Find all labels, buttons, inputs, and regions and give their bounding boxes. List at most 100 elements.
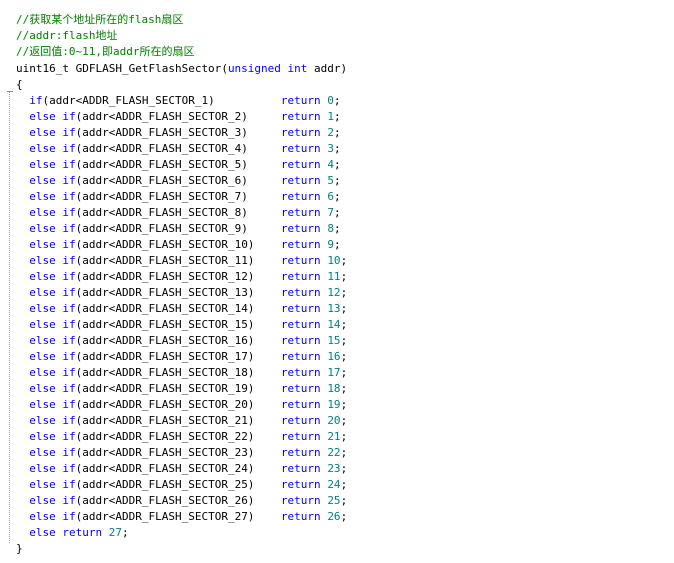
code-line-if: if(addr<ADDR_FLASH_SECTOR_1) return 0; [16, 93, 341, 109]
code-line-else-if: else if(addr<ADDR_FLASH_SECTOR_7) return… [16, 189, 341, 205]
else-keyword: else [29, 494, 56, 507]
semicolon: ; [333, 158, 341, 171]
if-keyword: if [62, 510, 76, 523]
code-line-else-if: else if(addr<ADDR_FLASH_SECTOR_15) retur… [16, 317, 347, 333]
code-line-else-if: else if(addr<ADDR_FLASH_SECTOR_27) retur… [16, 509, 347, 525]
return-value: 7 [327, 206, 334, 219]
semicolon: ; [333, 126, 341, 139]
return-value: 10 [327, 254, 341, 267]
return-keyword: return [280, 430, 321, 443]
condition: (addr<ADDR_FLASH_SECTOR_19) [75, 382, 255, 395]
if-keyword: if [62, 494, 76, 507]
function-signature: uint16_t GDFLASH_GetFlashSector(unsigned… [16, 61, 347, 77]
semicolon: ; [340, 446, 348, 459]
return-keyword: return [280, 350, 321, 363]
return-keyword: return [280, 142, 321, 155]
if-keyword: if [62, 126, 76, 139]
else-keyword: else [29, 510, 56, 523]
semicolon: ; [340, 302, 348, 315]
semicolon: ; [333, 238, 341, 251]
else-keyword: else [29, 158, 56, 171]
else-keyword: else [29, 126, 56, 139]
return-keyword: return [280, 206, 321, 219]
semicolon: ; [122, 526, 129, 539]
return-keyword: return [280, 222, 321, 235]
else-keyword: else [29, 382, 56, 395]
return-keyword: return [280, 158, 321, 171]
else-keyword: else [29, 430, 56, 443]
semicolon: ; [340, 318, 348, 331]
return-keyword: return [280, 254, 321, 267]
if-keyword: if [62, 398, 76, 411]
if-keyword: if [62, 190, 76, 203]
open-brace: { [16, 78, 23, 91]
if-keyword: if [62, 286, 76, 299]
return-keyword: return [280, 126, 321, 139]
if-keyword: if [62, 414, 76, 427]
condition: (addr<ADDR_FLASH_SECTOR_17) [75, 350, 255, 363]
else-keyword: else [29, 302, 56, 315]
else-keyword: else [29, 526, 56, 539]
param-type-keyword-int: int [287, 62, 308, 75]
else-keyword: else [29, 478, 56, 491]
return-value: 13 [327, 302, 341, 315]
semicolon: ; [333, 206, 341, 219]
fold-marker-icon[interactable] [7, 91, 13, 92]
param-type-keyword: unsigned [227, 62, 281, 75]
if-keyword: if [29, 94, 43, 107]
return-value: 3 [327, 142, 334, 155]
if-keyword: if [62, 142, 76, 155]
else-keyword: else [29, 462, 56, 475]
condition: (addr<ADDR_FLASH_SECTOR_4) [75, 142, 248, 155]
condition: (addr<ADDR_FLASH_SECTOR_3) [75, 126, 248, 139]
code-line-else-if: else if(addr<ADDR_FLASH_SECTOR_18) retur… [16, 365, 347, 381]
else-keyword: else [29, 414, 56, 427]
condition: (addr<ADDR_FLASH_SECTOR_13) [75, 286, 255, 299]
return-keyword: return [280, 366, 321, 379]
else-keyword: else [29, 446, 56, 459]
condition: (addr<ADDR_FLASH_SECTOR_1) [42, 94, 215, 107]
return-value: 12 [327, 286, 341, 299]
else-keyword: else [29, 142, 56, 155]
semicolon: ; [340, 430, 348, 443]
return-keyword: return [280, 238, 321, 251]
semicolon: ; [340, 254, 348, 267]
if-keyword: if [62, 334, 76, 347]
comment-line-2: //addr:flash地址 [16, 29, 118, 42]
else-keyword: else [29, 206, 56, 219]
return-keyword: return [280, 110, 321, 123]
code-line-else-if: else if(addr<ADDR_FLASH_SECTOR_26) retur… [16, 493, 347, 509]
else-keyword: else [29, 110, 56, 123]
else-keyword: else [29, 174, 56, 187]
condition: (addr<ADDR_FLASH_SECTOR_2) [75, 110, 248, 123]
condition: (addr<ADDR_FLASH_SECTOR_14) [75, 302, 255, 315]
return-value: 17 [327, 366, 341, 379]
code-editor[interactable]: //获取某个地址所在的flash扇区 //addr:flash地址 //返回值:… [0, 0, 674, 563]
semicolon: ; [340, 286, 348, 299]
if-keyword: if [62, 110, 76, 123]
return-keyword: return [280, 174, 321, 187]
condition: (addr<ADDR_FLASH_SECTOR_8) [75, 206, 248, 219]
semicolon: ; [333, 142, 341, 155]
else-keyword: else [29, 190, 56, 203]
return-keyword: return [280, 462, 321, 475]
semicolon: ; [333, 94, 341, 107]
return-value: 0 [327, 94, 334, 107]
code-line-else-if: else if(addr<ADDR_FLASH_SECTOR_17) retur… [16, 349, 347, 365]
code-line-else-return: else return 27; [16, 525, 129, 541]
semicolon: ; [340, 350, 348, 363]
semicolon: ; [340, 462, 348, 475]
if-keyword: if [62, 478, 76, 491]
code-line-else-if: else if(addr<ADDR_FLASH_SECTOR_16) retur… [16, 333, 347, 349]
return-value: 5 [327, 174, 334, 187]
if-keyword: if [62, 318, 76, 331]
if-keyword: if [62, 382, 76, 395]
if-keyword: if [62, 366, 76, 379]
return-keyword: return [280, 382, 321, 395]
semicolon: ; [333, 174, 341, 187]
code-line-else-if: else if(addr<ADDR_FLASH_SECTOR_20) retur… [16, 397, 347, 413]
semicolon: ; [333, 190, 341, 203]
return-value: 20 [327, 414, 341, 427]
return-type: uint16_t [16, 62, 69, 75]
close-brace: } [16, 542, 23, 555]
